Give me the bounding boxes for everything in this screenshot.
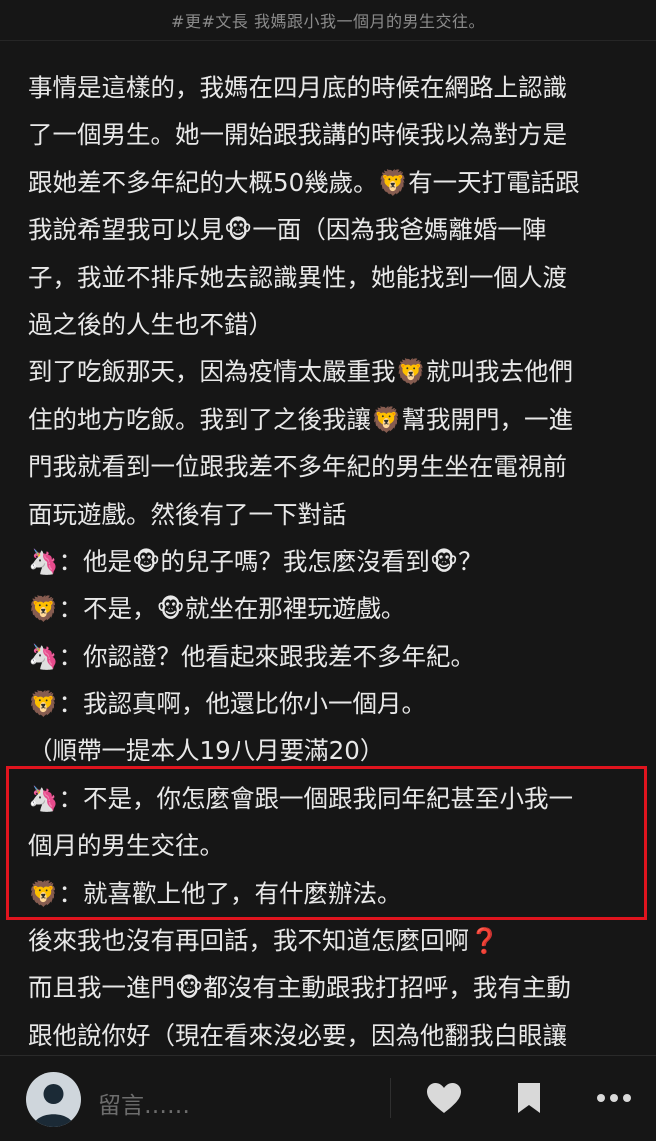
- post-line: 跟他說你好（現在看來沒必要，因為他翻我白眼讓: [28, 1020, 567, 1050]
- divider: [390, 1078, 391, 1118]
- post-line: 後來我也沒有再回話，我不知道怎麼回啊❓: [28, 926, 500, 956]
- post-line: 過之後的人生也不錯）: [28, 309, 273, 339]
- post-line: 面玩遊戲。然後有了一下對話: [28, 499, 347, 529]
- post-line: 而且我一進門🐵都沒有主動跟我打招呼，我有主動: [28, 973, 571, 1003]
- bookmark-button[interactable]: [509, 1078, 549, 1118]
- post-line: 到了吃飯那天，因為疫情太嚴重我🦁就叫我去他們: [28, 357, 574, 387]
- post-line: 住的地方吃飯。我到了之後我讓🦁幫我開門，一進: [28, 404, 574, 434]
- user-avatar-icon[interactable]: [26, 1072, 81, 1127]
- post-line: 跟她差不多年紀的大概50幾歲。🦁有一天打電話跟: [28, 167, 580, 197]
- bottom-action-bar: 留言……: [0, 1055, 656, 1141]
- bookmark-icon: [518, 1083, 540, 1113]
- dialogue-line: 🦄：你認證？他看起來跟我差不多年紀。: [28, 641, 476, 671]
- post-title: #更#文長 我媽跟小我一個月的男生交往。: [171, 12, 485, 31]
- dialogue-line: 🦁：不是，🐵就坐在那裡玩遊戲。: [28, 594, 406, 624]
- heart-icon: [427, 1083, 461, 1113]
- post-line: 了一個男生。她一開始跟我講的時候我以為對方是: [28, 120, 567, 150]
- dialogue-line: 🦄：他是🐵的兒子嗎？我怎麼沒看到🐵？: [28, 546, 483, 576]
- like-button[interactable]: [424, 1078, 464, 1118]
- post-line: 事情是這樣的，我媽在四月底的時候在網路上認識: [28, 73, 567, 102]
- post-line: 子，我並不排斥她去認識異性，她能找到一個人渡: [28, 262, 567, 292]
- top-bar: #更#文長 我媽跟小我一個月的男生交往。: [0, 0, 656, 41]
- post-line: 門我就看到一位跟我差不多年紀的男生坐在電視前: [28, 452, 567, 482]
- red-highlight-box: [6, 766, 647, 920]
- more-button[interactable]: [594, 1078, 634, 1118]
- dialogue-line: 🦁：我認真啊，他還比你小一個月。: [28, 689, 427, 719]
- post-line: 我說希望我可以見🐵一面（因為我爸媽離婚一陣: [28, 215, 547, 245]
- more-icon: [597, 1094, 631, 1102]
- comment-input[interactable]: 留言……: [98, 1086, 190, 1120]
